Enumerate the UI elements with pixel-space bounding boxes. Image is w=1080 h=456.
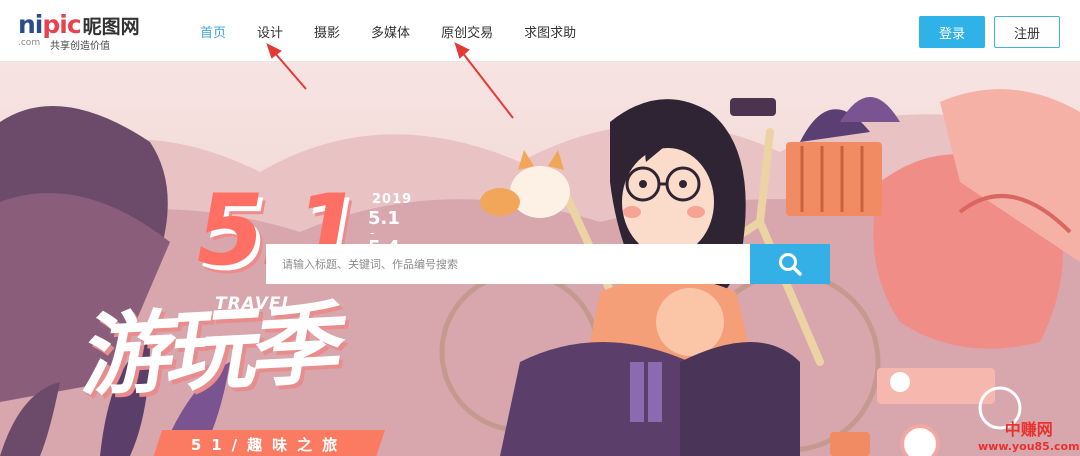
nav-item-original-trade[interactable]: 原创交易 xyxy=(441,22,493,42)
watermark: 中赚网 www.you85.com xyxy=(978,416,1080,453)
promo-headline: 游玩季 xyxy=(76,291,348,410)
nav-item-photography[interactable]: 摄影 xyxy=(314,22,340,42)
main-nav: 首页 设计 摄影 多媒体 原创交易 求图求助 xyxy=(200,22,607,42)
search-icon xyxy=(779,253,802,276)
top-header: nipic 昵图网 .com 共享创造价值 首页 设计 摄影 多媒体 原创交易 求… xyxy=(0,0,1080,62)
logo-cn-name: 昵图网 xyxy=(82,16,140,38)
nav-item-multimedia[interactable]: 多媒体 xyxy=(371,22,410,42)
search-input[interactable] xyxy=(266,244,750,284)
logo-pic: pic xyxy=(42,10,81,39)
nav-item-request-help[interactable]: 求图求助 xyxy=(524,22,576,42)
site-logo[interactable]: nipic 昵图网 .com 共享创造价值 xyxy=(18,10,148,54)
search-button[interactable] xyxy=(750,244,830,284)
promo-tagline: 51/趣味之旅 xyxy=(153,430,385,456)
watermark-cn: 中赚网 xyxy=(1004,420,1053,439)
search-bar xyxy=(266,244,830,284)
watermark-url: www.you85.com xyxy=(978,440,1080,453)
logo-ni: ni xyxy=(18,10,43,39)
logo-wordmark: nipic 昵图网 xyxy=(18,10,140,39)
login-button[interactable]: 登录 xyxy=(919,16,985,48)
nav-item-design[interactable]: 设计 xyxy=(257,22,283,42)
promo-year: 2019 xyxy=(372,192,413,207)
register-button[interactable]: 注册 xyxy=(994,16,1060,48)
logo-com: .com xyxy=(18,38,41,48)
nav-item-home[interactable]: 首页 xyxy=(200,22,226,42)
logo-slogan: 共享创造价值 xyxy=(50,41,110,52)
